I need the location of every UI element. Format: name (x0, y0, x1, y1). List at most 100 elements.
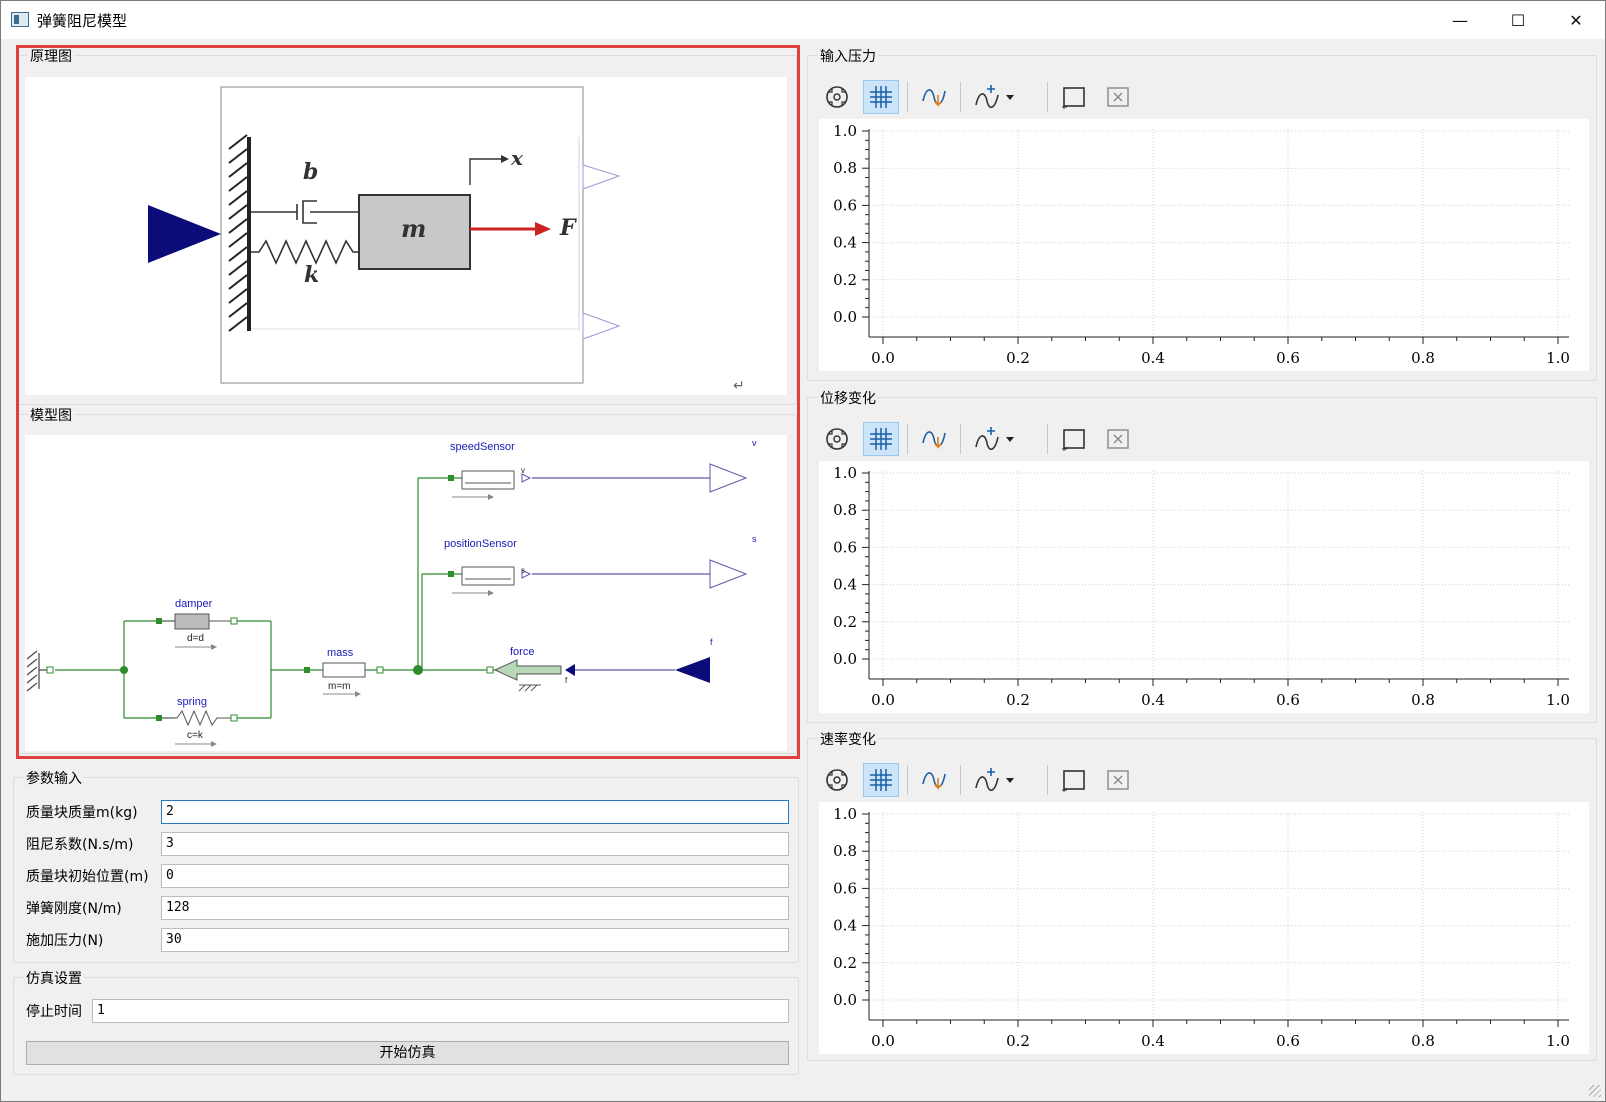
curve-pick-icon[interactable] (916, 422, 952, 456)
input-triangle-icon (148, 205, 221, 263)
toolbar-separator (907, 82, 908, 112)
param-row-stiffness: 弹簧刚度(N/m) (26, 896, 161, 920)
minimize-button[interactable]: — (1431, 1, 1489, 39)
param-row-position: 质量块初始位置(m) (26, 864, 161, 888)
x-tick-label: 0.6 (1276, 349, 1300, 367)
plot-canvas[interactable]: 0.0 0.2 0.4 0.6 0.8 1.0 1.0 0.8 0.6 0.4 0.2 0.0 (819, 119, 1589, 371)
stiffness-input[interactable]: 128 (161, 896, 789, 920)
schematic-diagram: b k m F x ↵ (148, 86, 745, 394)
curve-pick-icon[interactable] (916, 80, 952, 114)
window-title: 弹簧阻尼模型 (37, 12, 128, 30)
y-tick-label: 0.8 (833, 842, 857, 860)
model-title: 模型图 (28, 405, 74, 425)
x-tick-label: 0.2 (1006, 349, 1030, 367)
clear-rect-icon[interactable] (1100, 763, 1136, 797)
x-tick-label: 0.6 (1276, 1032, 1300, 1050)
x-tick-label: 0.2 (1006, 691, 1030, 709)
zoom-fit-icon[interactable] (819, 80, 855, 114)
mass-label: mass (327, 647, 354, 659)
plot-canvas[interactable]: 0.0 0.2 0.4 0.6 0.8 1.0 1.0 0.8 0.6 0.4 0.2 0.0 (819, 461, 1589, 713)
add-curve-icon[interactable] (969, 422, 1005, 456)
curve-pick-icon[interactable] (916, 763, 952, 797)
y-tick-label: 0.4 (833, 576, 857, 594)
close-button[interactable]: ✕ (1547, 1, 1605, 39)
plot-area[interactable]: 0.0 0.2 0.4 0.6 0.8 1.0 1.0 0.8 0.6 0.4 0.2 0.0 (819, 802, 1589, 1054)
param-row-mass: 质量块质量m(kg) (26, 800, 161, 824)
speed-sensor-block (461, 470, 515, 490)
y-tick-label: 1.0 (833, 464, 857, 482)
grid-toggle-icon[interactable] (863, 80, 899, 114)
m-label: m (401, 214, 426, 243)
damper-label: damper (175, 598, 213, 610)
mech-wires (55, 477, 495, 719)
x-label: x (510, 146, 524, 170)
dropdown-arrow-icon[interactable] (1003, 80, 1017, 114)
toolbar-separator (1047, 765, 1048, 795)
select-rect-icon[interactable] (1056, 422, 1092, 456)
toolbar-separator (960, 765, 961, 795)
clear-rect-icon[interactable] (1100, 80, 1136, 114)
grid-toggle-icon[interactable] (863, 763, 899, 797)
plot-canvas[interactable]: 0.0 0.2 0.4 0.6 0.8 1.0 1.0 0.8 0.6 0.4 0.2 0.0 (819, 802, 1589, 1054)
force-label: force (510, 646, 534, 658)
zoom-fit-icon[interactable] (819, 763, 855, 797)
y-tick-label: 0.6 (833, 196, 857, 214)
grid-toggle-icon[interactable] (863, 422, 899, 456)
param-row-damping: 阻尼系数(N.s/m) (26, 832, 161, 856)
x-tick-label: 0.8 (1411, 691, 1435, 709)
maximize-button[interactable]: ☐ (1489, 1, 1547, 39)
x-tick-label: 0.4 (1141, 1032, 1165, 1050)
spring-label: spring (177, 696, 207, 708)
resize-grip[interactable] (1589, 1085, 1601, 1097)
force-arrowhead (535, 222, 551, 236)
add-curve-icon[interactable] (969, 80, 1005, 114)
y-tick-label: 0.0 (833, 650, 857, 668)
x-tick-label: 0.0 (871, 691, 895, 709)
wall-hatch (228, 134, 248, 332)
y-tick-label: 1.0 (833, 805, 857, 823)
title-bar[interactable]: 弹簧阻尼模型 — ☐ ✕ (1, 1, 1605, 39)
clear-rect-icon[interactable] (1100, 422, 1136, 456)
param-row-force: 施加压力(N) (26, 928, 161, 952)
toolbar-separator (907, 765, 908, 795)
plot-area[interactable]: 0.0 0.2 0.4 0.6 0.8 1.0 1.0 0.8 0.6 0.4 0.2 0.0 (819, 119, 1589, 371)
position-sensor-block (461, 566, 515, 586)
y-tick-label: 0.2 (833, 271, 857, 289)
param-label: 弹簧刚度(N/m) (26, 901, 122, 917)
app-icon (11, 12, 29, 27)
toolbar-separator (1047, 82, 1048, 112)
plot-title: 输入压力 (818, 46, 878, 66)
damping-input[interactable]: 3 (161, 832, 789, 856)
v-output-label: v (752, 438, 757, 448)
dropdown-arrow-icon[interactable] (1003, 422, 1017, 456)
start-simulation-button[interactable]: 开始仿真 (26, 1041, 789, 1065)
damper-symbol (251, 200, 359, 224)
toolbar-separator (1047, 424, 1048, 454)
y-tick-label: 0.2 (833, 954, 857, 972)
mass-block-icon (322, 662, 366, 678)
spring-symbol (251, 239, 359, 265)
v-output-icon (709, 463, 748, 493)
mass-input[interactable]: 2 (161, 800, 789, 824)
F-label: F (559, 215, 577, 241)
plot-area[interactable]: 0.0 0.2 0.4 0.6 0.8 1.0 1.0 0.8 0.6 0.4 0.2 0.0 (819, 461, 1589, 713)
select-rect-icon[interactable] (1056, 80, 1092, 114)
zoom-fit-icon[interactable] (819, 422, 855, 456)
fixed-ground-icon (26, 650, 47, 692)
position-sensor-label: positionSensor (444, 538, 517, 550)
position-input[interactable]: 0 (161, 864, 789, 888)
param-label: 质量块质量m(kg) (26, 805, 138, 821)
dropdown-arrow-icon[interactable] (1003, 763, 1017, 797)
toolbar-separator (907, 424, 908, 454)
return-glyph: ↵ (733, 378, 745, 394)
params-title: 参数输入 (24, 768, 84, 788)
schematic-title: 原理图 (28, 46, 74, 66)
output-triangle-icon (582, 164, 621, 190)
add-curve-icon[interactable] (969, 763, 1005, 797)
force-block-icon (493, 659, 562, 681)
y-tick-label: 0.8 (833, 501, 857, 519)
stop-time-input[interactable]: 1 (92, 999, 789, 1023)
force-input[interactable]: 30 (161, 928, 789, 952)
f-input-icon (675, 657, 710, 683)
select-rect-icon[interactable] (1056, 763, 1092, 797)
